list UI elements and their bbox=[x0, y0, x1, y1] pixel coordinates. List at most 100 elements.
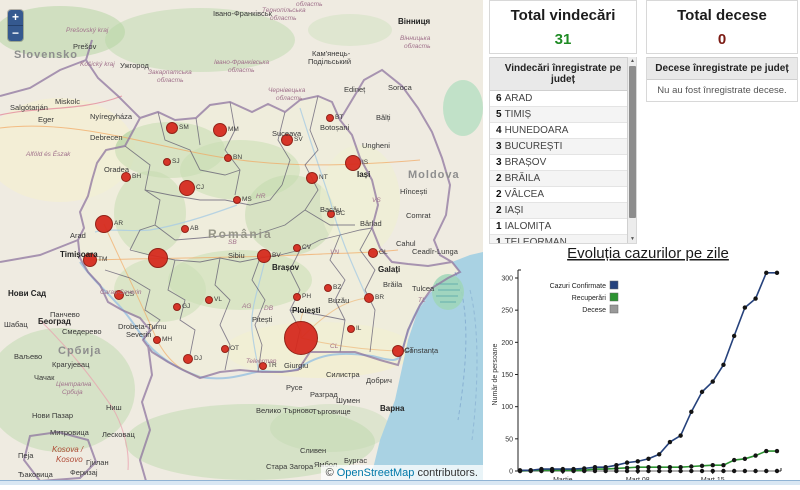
table-row: 3 BUCUREȘTI bbox=[490, 139, 636, 155]
map-label: Timișoara bbox=[60, 250, 98, 259]
data-point bbox=[635, 459, 640, 464]
deaths-empty-message: Nu au fost înregistrate decese. bbox=[647, 80, 797, 101]
case-marker-CJ[interactable] bbox=[179, 180, 195, 196]
case-marker-IL[interactable] bbox=[347, 325, 355, 333]
map-label: Bălți bbox=[376, 113, 391, 122]
map-label: Hîncești bbox=[400, 187, 428, 196]
map-label: Србија bbox=[62, 389, 83, 396]
row-count: 2 bbox=[496, 173, 502, 184]
case-marker-VL[interactable] bbox=[205, 296, 213, 304]
marker-code: BR bbox=[375, 294, 385, 301]
marker-code: IS bbox=[362, 159, 369, 166]
romania-cases-map[interactable]: SM MM BT SV SJ BN IS NT CJ BH MS BC AR AB BV CV TM CS GJ VL… bbox=[0, 0, 483, 481]
data-point bbox=[764, 448, 769, 454]
table-row: 4 HUNEDOARA bbox=[490, 123, 636, 139]
row-county: IALOMIȚA bbox=[504, 221, 552, 232]
y-tick-label: 300 bbox=[501, 276, 513, 283]
scroll-up-icon[interactable]: ▲ bbox=[628, 58, 636, 64]
recovered-total: 31 bbox=[554, 31, 572, 48]
row-county: TIMIȘ bbox=[504, 109, 532, 120]
case-marker-SJ[interactable] bbox=[163, 158, 171, 166]
map-label: Тернопільська bbox=[262, 7, 306, 14]
map-label: Подільський bbox=[308, 57, 352, 66]
case-marker-GJ[interactable] bbox=[173, 303, 181, 311]
marker-code: BN bbox=[233, 154, 243, 161]
case-marker-GL[interactable] bbox=[368, 248, 378, 258]
marker-code: MM bbox=[228, 126, 239, 133]
row-count: 2 bbox=[496, 205, 502, 216]
map-label: Galați bbox=[378, 265, 401, 274]
case-marker-MM[interactable] bbox=[213, 123, 227, 137]
row-county: IAȘI bbox=[504, 205, 524, 216]
map-label: Botoșani bbox=[320, 123, 350, 132]
case-marker-BV[interactable] bbox=[257, 249, 271, 263]
case-marker-BN[interactable] bbox=[224, 154, 232, 162]
map-label: Giurgiu bbox=[284, 361, 309, 370]
zoom-out-button[interactable]: − bbox=[8, 25, 23, 41]
case-marker-AB[interactable] bbox=[181, 225, 189, 233]
map-label: Ђаковица bbox=[18, 470, 53, 479]
data-point bbox=[774, 448, 780, 454]
marker-code: SM bbox=[179, 124, 189, 131]
map-label: Централна bbox=[56, 381, 92, 388]
map-label: Brăila bbox=[383, 280, 403, 289]
case-marker-B[interactable] bbox=[284, 321, 318, 355]
legend-swatch bbox=[609, 304, 619, 314]
data-point bbox=[549, 468, 555, 474]
case-marker-IS[interactable] bbox=[345, 155, 361, 171]
marker-code: DJ bbox=[194, 355, 202, 362]
case-marker-CT[interactable] bbox=[392, 345, 404, 357]
deaths-title: Total decese bbox=[677, 7, 767, 24]
map-label: Ниш bbox=[106, 403, 122, 412]
map-label: Constanța bbox=[404, 346, 439, 355]
case-marker-MH[interactable] bbox=[153, 336, 161, 344]
case-marker-SM[interactable] bbox=[166, 122, 178, 134]
map-label: Salgótarján bbox=[10, 103, 48, 112]
map-label: Силистра bbox=[326, 370, 360, 379]
case-marker-PH[interactable] bbox=[293, 293, 301, 301]
map-label: Bârlad bbox=[360, 219, 382, 228]
legend-swatch bbox=[609, 292, 619, 302]
map-label: Ужгород bbox=[120, 61, 149, 70]
map-label: область bbox=[157, 77, 184, 84]
map-label: Ploiești bbox=[292, 306, 321, 315]
scrollbar-thumb[interactable] bbox=[629, 66, 636, 218]
data-point bbox=[742, 468, 748, 474]
data-point bbox=[592, 468, 598, 474]
map-label: Košický kraj bbox=[80, 61, 115, 68]
map-label: Вінницька bbox=[400, 35, 431, 42]
recovered-table-scrollbar[interactable]: ▲ ▼ bbox=[627, 57, 636, 243]
map-label: VN bbox=[330, 249, 340, 256]
data-point bbox=[560, 468, 566, 474]
data-point bbox=[678, 468, 683, 474]
map-label: Вінниця bbox=[398, 17, 431, 26]
zoom-in-button[interactable]: + bbox=[8, 10, 23, 25]
map-label: DB bbox=[264, 305, 274, 312]
case-marker-BT[interactable] bbox=[326, 114, 334, 122]
data-point bbox=[753, 453, 758, 458]
map-label: Arad bbox=[70, 231, 86, 240]
map-label: Nyíregyháza bbox=[90, 112, 133, 121]
map-label: Bacău bbox=[320, 205, 342, 214]
map-label: Edineț bbox=[344, 85, 366, 94]
map-label: Варна bbox=[380, 404, 405, 413]
case-marker-NT[interactable] bbox=[306, 172, 318, 184]
case-marker-DJ[interactable] bbox=[183, 354, 193, 364]
case-marker-OT[interactable] bbox=[221, 345, 229, 353]
case-marker-AR[interactable] bbox=[95, 215, 113, 233]
map-label: Debrecen bbox=[90, 133, 123, 142]
openstreetmap-link[interactable]: OpenStreetMap bbox=[337, 467, 415, 479]
data-point bbox=[699, 389, 705, 395]
row-count: 1 bbox=[496, 221, 502, 232]
case-marker-HD[interactable] bbox=[148, 248, 168, 268]
marker-code: GJ bbox=[182, 303, 191, 310]
data-point bbox=[689, 468, 694, 474]
map-label: Србија bbox=[58, 345, 102, 357]
map-label: Добрич bbox=[366, 376, 392, 385]
case-marker-BZ[interactable] bbox=[324, 284, 332, 292]
marker-code: OT bbox=[230, 345, 240, 352]
case-marker-BR[interactable] bbox=[364, 293, 374, 303]
case-marker-MS[interactable] bbox=[233, 196, 241, 204]
map-marker-layer: SM MM BT SV SJ BN IS NT CJ BH MS BC AR AB BV CV TM CS GJ VL… bbox=[0, 0, 483, 481]
case-marker-CV[interactable] bbox=[293, 244, 301, 252]
